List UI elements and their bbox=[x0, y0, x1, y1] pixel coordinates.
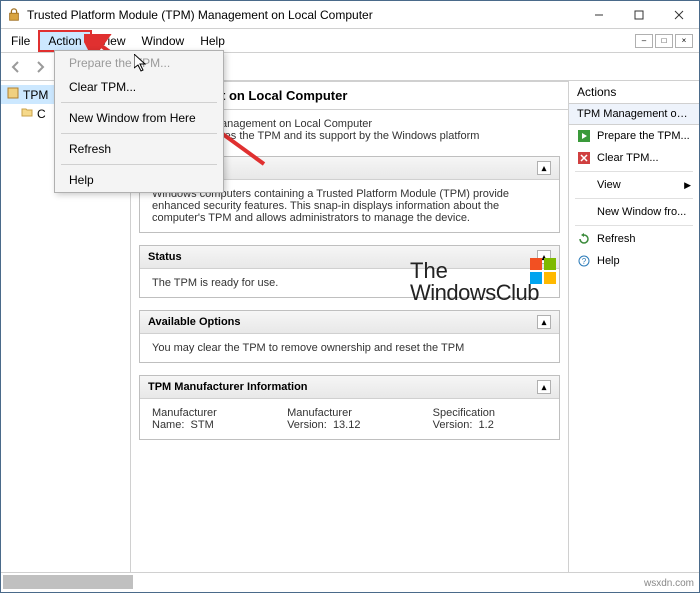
menu-separator bbox=[61, 102, 217, 103]
separator bbox=[575, 198, 693, 199]
action-label: Clear TPM... bbox=[597, 152, 659, 164]
titlebar: Trusted Platform Module (TPM) Management… bbox=[1, 1, 699, 29]
nav-forward-icon[interactable] bbox=[29, 56, 51, 78]
mdi-close[interactable]: × bbox=[675, 34, 693, 48]
subheader-line1: anagement on Local Computer bbox=[221, 118, 558, 130]
status-header: Status ▴ bbox=[140, 246, 559, 269]
action-view[interactable]: View ▶ bbox=[569, 174, 699, 196]
subheader-line2: res the TPM and its support by the Windo… bbox=[221, 130, 558, 142]
mdi-controls: – □ × bbox=[635, 34, 697, 48]
menu-separator bbox=[61, 164, 217, 165]
action-label: Refresh bbox=[597, 233, 636, 245]
available-options-panel: Available Options ▴ You may clear the TPM… bbox=[139, 310, 560, 363]
menu-file[interactable]: File bbox=[3, 32, 38, 50]
tree-label: TPM bbox=[23, 88, 48, 102]
maximize-button[interactable] bbox=[619, 2, 659, 28]
action-prepare-tpm[interactable]: Prepare the TPM... bbox=[569, 125, 699, 147]
tree-label: C bbox=[37, 107, 46, 121]
menu-item-help[interactable]: Help bbox=[55, 168, 223, 192]
clear-icon bbox=[577, 151, 591, 165]
tpm-icon bbox=[7, 8, 21, 22]
status-panel: Status ▴ The TPM is ready for use. bbox=[139, 245, 560, 298]
menu-item-new-window[interactable]: New Window from Here bbox=[55, 106, 223, 130]
window-controls bbox=[579, 2, 699, 28]
collapse-icon[interactable]: ▴ bbox=[537, 161, 551, 175]
action-clear-tpm[interactable]: Clear TPM... bbox=[569, 147, 699, 169]
mdi-restore[interactable]: □ bbox=[655, 34, 673, 48]
menu-window[interactable]: Window bbox=[134, 32, 193, 50]
chevron-right-icon: ▶ bbox=[684, 180, 691, 191]
menu-action[interactable]: Action bbox=[38, 30, 91, 52]
window-title: Trusted Platform Module (TPM) Management… bbox=[27, 8, 579, 22]
separator bbox=[575, 171, 693, 172]
action-label: Help bbox=[597, 255, 620, 267]
manufacturer-header-label: TPM Manufacturer Information bbox=[148, 381, 308, 393]
actions-pane: Actions TPM Management on ... Prepare th… bbox=[569, 81, 699, 572]
action-help[interactable]: ? Help bbox=[569, 250, 699, 272]
svg-text:?: ? bbox=[582, 257, 587, 266]
status-header-label: Status bbox=[148, 251, 182, 263]
status-bar bbox=[1, 572, 699, 592]
actions-title: Actions bbox=[569, 81, 699, 104]
collapse-icon[interactable]: ▴ bbox=[537, 315, 551, 329]
mdi-minimize[interactable]: – bbox=[635, 34, 653, 48]
separator bbox=[575, 225, 693, 226]
action-new-window[interactable]: New Window fro... bbox=[569, 201, 699, 223]
available-header-label: Available Options bbox=[148, 316, 241, 328]
refresh-icon bbox=[577, 232, 591, 246]
credit-text: wsxdn.com bbox=[644, 578, 694, 589]
action-label: New Window fro... bbox=[597, 206, 686, 218]
actions-subheader: TPM Management on ... bbox=[569, 104, 699, 125]
center-header-text: t on Local Computer bbox=[221, 88, 347, 103]
help-icon: ? bbox=[577, 254, 591, 268]
collapse-icon[interactable]: ▴ bbox=[537, 380, 551, 394]
mouse-cursor-icon bbox=[134, 54, 150, 79]
arrow-right-icon bbox=[577, 129, 591, 143]
menu-help[interactable]: Help bbox=[192, 32, 233, 50]
mfg-version-value: 13.12 bbox=[333, 419, 361, 431]
manufacturer-body: Manufacturer Name: STM Manufacturer Vers… bbox=[140, 399, 559, 439]
manufacturer-header: TPM Manufacturer Information ▴ bbox=[140, 376, 559, 399]
menu-item-refresh[interactable]: Refresh bbox=[55, 137, 223, 161]
action-refresh[interactable]: Refresh bbox=[569, 228, 699, 250]
menu-separator bbox=[61, 133, 217, 134]
blank-icon bbox=[577, 178, 591, 192]
minimize-button[interactable] bbox=[579, 2, 619, 28]
tpm-node-icon bbox=[7, 87, 19, 102]
folder-icon bbox=[21, 106, 33, 121]
status-segment bbox=[3, 575, 133, 589]
mfg-name-value: STM bbox=[191, 419, 214, 431]
window-icon bbox=[577, 205, 591, 219]
spec-version-value: 1.2 bbox=[479, 419, 494, 431]
close-button[interactable] bbox=[659, 2, 699, 28]
collapse-icon[interactable]: ▴ bbox=[537, 250, 551, 264]
action-label: View bbox=[597, 179, 621, 191]
manufacturer-panel: TPM Manufacturer Information ▴ Manufactur… bbox=[139, 375, 560, 440]
status-body: The TPM is ready for use. bbox=[140, 269, 559, 297]
action-label: Prepare the TPM... bbox=[597, 130, 690, 142]
nav-back-icon[interactable] bbox=[5, 56, 27, 78]
available-body: You may clear the TPM to remove ownershi… bbox=[140, 334, 559, 362]
available-header: Available Options ▴ bbox=[140, 311, 559, 334]
menu-view[interactable]: View bbox=[92, 32, 134, 50]
